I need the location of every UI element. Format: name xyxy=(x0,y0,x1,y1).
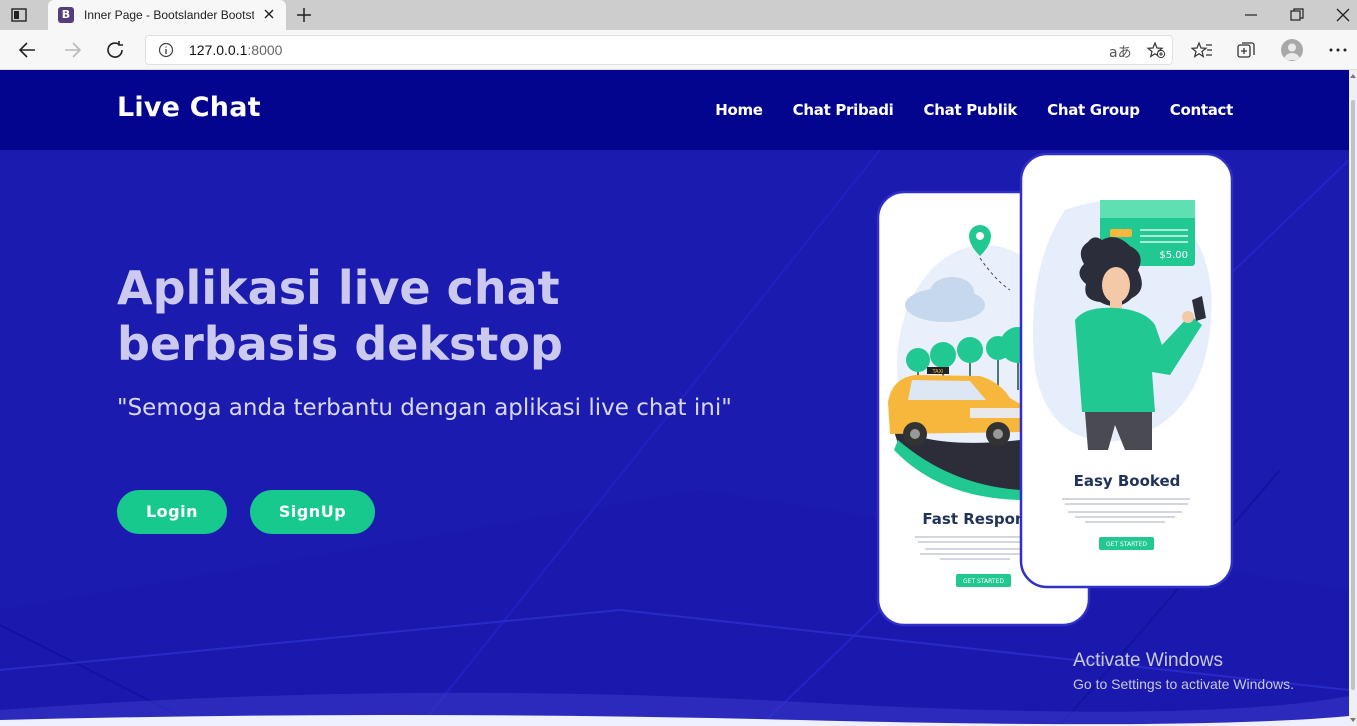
hero-title-line1: Aplikasi live chat xyxy=(117,261,560,315)
page-scrollbar[interactable] xyxy=(1349,70,1357,726)
hero-illustration: TAXI Fast Respon GET STARTED $5.00 Easy … xyxy=(876,152,1234,627)
right-phone-heading: Easy Booked xyxy=(1074,472,1181,490)
tab-title: Inner Page - Bootslander Bootstrap Templ… xyxy=(84,8,254,22)
nav-chat-group[interactable]: Chat Group xyxy=(1047,101,1140,119)
site-logo[interactable]: Live Chat xyxy=(117,92,261,123)
url-port: :8000 xyxy=(247,42,283,58)
favorites-icon[interactable] xyxy=(1191,40,1213,60)
url-text: 127.0.0.1:8000 xyxy=(189,42,282,58)
browser-tab[interactable]: B Inner Page - Bootslander Bootstrap Tem… xyxy=(48,0,286,30)
browser-address-bar: 127.0.0.1:8000 aあ xyxy=(0,30,1357,70)
scrollbar-thumb[interactable] xyxy=(1351,100,1355,690)
collections-icon[interactable] xyxy=(1235,40,1257,60)
nav-chat-pribadi[interactable]: Chat Pribadi xyxy=(793,101,894,119)
close-tab-icon[interactable] xyxy=(262,7,276,21)
add-favorite-icon[interactable] xyxy=(1146,41,1166,59)
restore-icon[interactable] xyxy=(1286,4,1308,26)
user-icon xyxy=(1284,43,1300,60)
scroll-down-icon[interactable] xyxy=(1350,717,1356,723)
hero-title: Aplikasi live chat berbasis dekstop xyxy=(117,260,737,372)
read-aloud-icon[interactable]: aあ xyxy=(1109,42,1132,62)
new-tab-icon[interactable] xyxy=(294,6,314,24)
back-arrow-icon[interactable] xyxy=(17,40,39,60)
profile-avatar[interactable] xyxy=(1281,39,1303,61)
refresh-icon[interactable] xyxy=(105,40,127,60)
price-tag: $5.00 xyxy=(1159,250,1188,261)
right-phone: $5.00 Easy Booked GET STARTED xyxy=(1019,152,1234,589)
url-host: 127.0.0.1 xyxy=(189,42,248,58)
left-phone-cta: GET STARTED xyxy=(963,578,1004,585)
right-phone-cta: GET STARTED xyxy=(1106,541,1147,548)
signup-button[interactable]: SignUp xyxy=(250,490,375,534)
more-menu-icon[interactable] xyxy=(1327,40,1349,60)
browser-tab-bar: B Inner Page - Bootslander Bootstrap Tem… xyxy=(0,0,1357,30)
bootstrap-favicon-icon: B xyxy=(58,7,74,23)
activate-windows-watermark: Activate Windows Go to Settings to activ… xyxy=(1073,650,1294,692)
nav-contact[interactable]: Contact xyxy=(1170,101,1234,119)
close-window-icon[interactable] xyxy=(1332,4,1354,26)
site-navbar: Live Chat Home Chat Pribadi Chat Publik … xyxy=(0,70,1349,150)
page-viewport: Live Chat Home Chat Pribadi Chat Publik … xyxy=(0,70,1349,726)
hero-subtitle: "Semoga anda terbantu dengan aplikasi li… xyxy=(117,395,732,421)
main-menu: Home Chat Pribadi Chat Publik Chat Group… xyxy=(715,101,1233,119)
forward-arrow-icon[interactable] xyxy=(61,40,83,60)
site-info-icon[interactable] xyxy=(158,42,174,58)
nav-home[interactable]: Home xyxy=(715,101,763,119)
hero-title-line2: berbasis dekstop xyxy=(117,317,563,371)
watermark-subtitle: Go to Settings to activate Windows. xyxy=(1073,676,1294,692)
left-phone-heading: Fast Respon xyxy=(922,510,1025,528)
taxi-sign: TAXI xyxy=(932,369,944,375)
watermark-title: Activate Windows xyxy=(1073,650,1223,671)
login-button[interactable]: Login xyxy=(117,490,227,534)
url-input[interactable]: 127.0.0.1:8000 aあ xyxy=(145,35,1173,65)
scroll-up-icon[interactable] xyxy=(1350,73,1356,79)
nav-chat-publik[interactable]: Chat Publik xyxy=(924,101,1018,119)
minimize-icon[interactable] xyxy=(1240,4,1262,26)
tab-actions-icon[interactable] xyxy=(10,6,28,24)
